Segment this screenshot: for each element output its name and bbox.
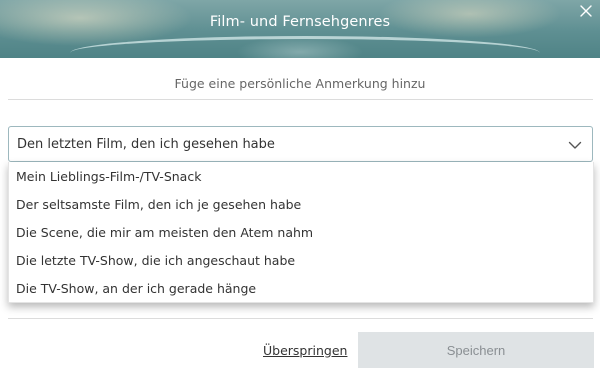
dialog-title: Film- und Fernsehgenres (209, 14, 391, 30)
select-dropdown-list: Mein Lieblings-Film-/TV-Snack Der seltsa… (8, 162, 594, 303)
note-select[interactable]: Den letzten Film, den ich gesehen habe (8, 126, 593, 162)
header-banner: Film- und Fernsehgenres (0, 0, 600, 58)
close-icon[interactable] (578, 3, 594, 19)
select-value: Den letzten Film, den ich gesehen habe (17, 136, 275, 152)
skip-link[interactable]: Überspringen (263, 343, 347, 358)
subtitle: Füge eine persönliche Anmerkung hinzu (174, 76, 426, 91)
dropdown-option[interactable]: Mein Lieblings-Film-/TV-Snack (9, 162, 593, 190)
divider (8, 99, 593, 100)
divider (8, 318, 593, 319)
dropdown-option[interactable]: Die letzte TV-Show, die ich angeschaut h… (9, 246, 593, 274)
chevron-down-icon (568, 141, 582, 149)
save-button[interactable]: Speichern (358, 332, 594, 368)
dropdown-option[interactable]: Die TV-Show, an der ich gerade hänge (9, 274, 593, 302)
dropdown-option[interactable]: Die Scene, die mir am meisten den Atem n… (9, 218, 593, 246)
dropdown-option[interactable]: Der seltsamste Film, den ich je gesehen … (9, 190, 593, 218)
